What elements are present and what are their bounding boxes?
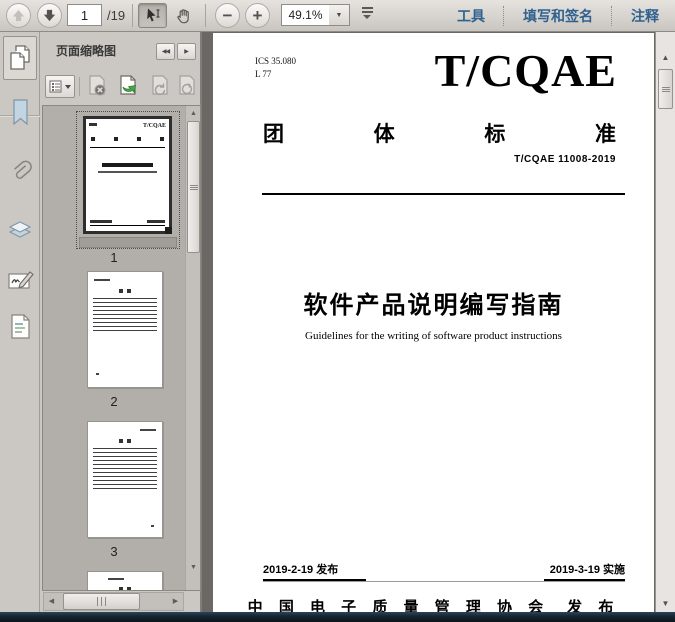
extract-pages-button[interactable] [115, 74, 143, 98]
thumbnail-page-preview[interactable]: T/CQAE [83, 116, 172, 234]
paperclip-icon [8, 158, 32, 188]
thumbnail-page-number: 1 [110, 250, 118, 265]
toolbar-separator [503, 5, 505, 26]
zoom-in-button[interactable]: + [245, 3, 270, 28]
hand-icon [175, 7, 193, 25]
toolbar-separator [132, 4, 133, 27]
arrow-down-icon [42, 8, 57, 23]
scroll-down-icon[interactable]: ▼ [186, 561, 200, 574]
header-divider-line [262, 193, 625, 195]
select-tool-button[interactable] [138, 3, 167, 28]
rotate-right-button [173, 74, 201, 98]
document-title: 软件产品说明编写指南 [303, 292, 564, 319]
next-page-button[interactable] [37, 3, 62, 28]
cursor-select-icon [144, 7, 161, 24]
page-count-label: /19 [107, 8, 126, 23]
ics-codes: ICS 35.080 L 77 [255, 55, 296, 81]
nav-layers-button[interactable] [4, 214, 36, 248]
scroll-right-icon[interactable]: ▶ [168, 593, 183, 610]
panel-expand-button[interactable]: ▶ [177, 43, 196, 60]
thumbnail-options-button[interactable] [45, 75, 75, 98]
rotate-cw-icon [176, 74, 198, 98]
window-bottom-edge [0, 612, 675, 622]
main-toolbar: /19 − + ▼ [0, 0, 675, 32]
thumbnail-page-1-selected[interactable]: T/CQAE [76, 111, 180, 249]
thumbnail-page-3[interactable] [87, 421, 163, 538]
panel-toolbar-separator [79, 77, 80, 96]
zoom-level-input[interactable] [281, 4, 330, 26]
chevron-down-icon: ▼ [335, 11, 343, 19]
panel-scrollbar-thumb[interactable] [187, 121, 200, 253]
nav-attachments-button[interactable] [4, 156, 36, 190]
document-subtitle-english: Guidelines for the writing of software p… [305, 330, 562, 342]
toolbar-separator [205, 4, 206, 27]
standard-number: T/CQAE 11008-2019 [514, 154, 616, 165]
arrow-up-icon [11, 8, 26, 23]
toolbar-separator [611, 5, 613, 26]
page-thumbnails-icon [8, 44, 32, 72]
document-page-1: ICS 35.080 L 77 T/CQAE 团 体 标 准 T/CQAE 11… [213, 33, 654, 622]
document-scrollbar-thumb[interactable] [658, 69, 673, 109]
plus-icon: + [252, 6, 263, 25]
dates-row: 2019-2-19 发布 2019-3-19 实施 [263, 561, 625, 582]
tools-button[interactable]: 工具 [453, 6, 489, 26]
standard-body-logo: T/CQAE [434, 45, 617, 96]
rotate-left-button [146, 74, 174, 98]
scroll-up-icon[interactable]: ▲ [186, 107, 200, 120]
navigation-pane-strip [0, 31, 40, 622]
zoom-out-button[interactable]: − [215, 3, 240, 28]
implement-date: 2019-3-19 实施 [543, 561, 625, 581]
double-chevron-left-icon: ◀◀ [161, 49, 170, 55]
panel-collapse-button[interactable]: ◀◀ [156, 43, 175, 60]
toolbar-overflow-button[interactable] [358, 7, 376, 23]
scroll-left-icon[interactable]: ◀ [44, 593, 59, 610]
panel-title: 页面缩略图 [56, 44, 117, 58]
document-view: ICS 35.080 L 77 T/CQAE 团 体 标 准 T/CQAE 11… [202, 31, 675, 622]
hand-tool-button[interactable] [169, 3, 198, 28]
delete-pages-button [83, 74, 111, 98]
zoom-dropdown-button[interactable]: ▼ [329, 4, 350, 26]
thumbnail-list: T/CQAE 1 2 3 ▲ ▼ [42, 105, 201, 591]
notes-document-icon [9, 313, 31, 340]
panel-hscrollbar-thumb[interactable] [63, 593, 140, 610]
thumbnail-page-2[interactable] [87, 271, 163, 388]
chevron-down-icon [65, 84, 71, 89]
l-code: L 77 [255, 69, 272, 79]
overflow-icon [361, 7, 373, 9]
scroll-up-icon[interactable]: ▲ [656, 51, 675, 64]
thumbnail-page-number: 2 [110, 394, 118, 409]
delete-page-icon [86, 74, 108, 98]
thumbnail-page-4[interactable] [87, 571, 163, 590]
thumbnail-logo-text: T/CQAE [142, 123, 166, 129]
nav-bookmarks-button[interactable] [4, 95, 36, 129]
thumbnail-page-number: 3 [110, 544, 118, 559]
standard-type-heading: 团 体 标 准 [263, 123, 616, 146]
minus-icon: − [222, 6, 233, 25]
scroll-down-icon[interactable]: ▼ [656, 597, 675, 610]
nav-signatures-button[interactable] [4, 264, 36, 298]
issue-date: 2019-2-19 发布 [263, 561, 367, 581]
pdf-viewer-window: /19 − + ▼ [0, 0, 675, 622]
signature-icon [6, 268, 34, 294]
fill-sign-button[interactable]: 填写和签名 [519, 6, 597, 26]
prev-page-button[interactable] [6, 3, 31, 28]
thumbnail-shadow-bar [79, 237, 177, 248]
rotate-ccw-icon [149, 74, 171, 98]
nav-page-notes-button[interactable] [4, 309, 36, 343]
selection-handle[interactable] [165, 227, 172, 234]
page-thumbnails-panel: 页面缩略图 ◀◀ ▶ T/CQAE 1 2 3 ▲ ▼ ◀ ▶ [40, 31, 202, 622]
panel-horizontal-scrollbar[interactable]: ◀ ▶ [43, 592, 184, 611]
panel-vertical-scrollbar[interactable]: ▲ ▼ [185, 106, 200, 590]
bookmark-icon [10, 98, 30, 126]
nav-thumbnails-button[interactable] [3, 36, 37, 80]
comment-button[interactable]: 注释 [627, 6, 663, 26]
chevron-right-icon: ▶ [184, 49, 189, 55]
options-list-icon [49, 80, 62, 93]
ics-code: ICS 35.080 [255, 56, 297, 66]
page-number-input[interactable] [67, 4, 102, 26]
layers-icon [7, 218, 33, 244]
right-toolbar-group: 工具 填写和签名 注释 [453, 0, 663, 31]
document-vertical-scrollbar[interactable]: ▲ ▼ [655, 31, 675, 622]
extract-page-icon [117, 74, 141, 98]
